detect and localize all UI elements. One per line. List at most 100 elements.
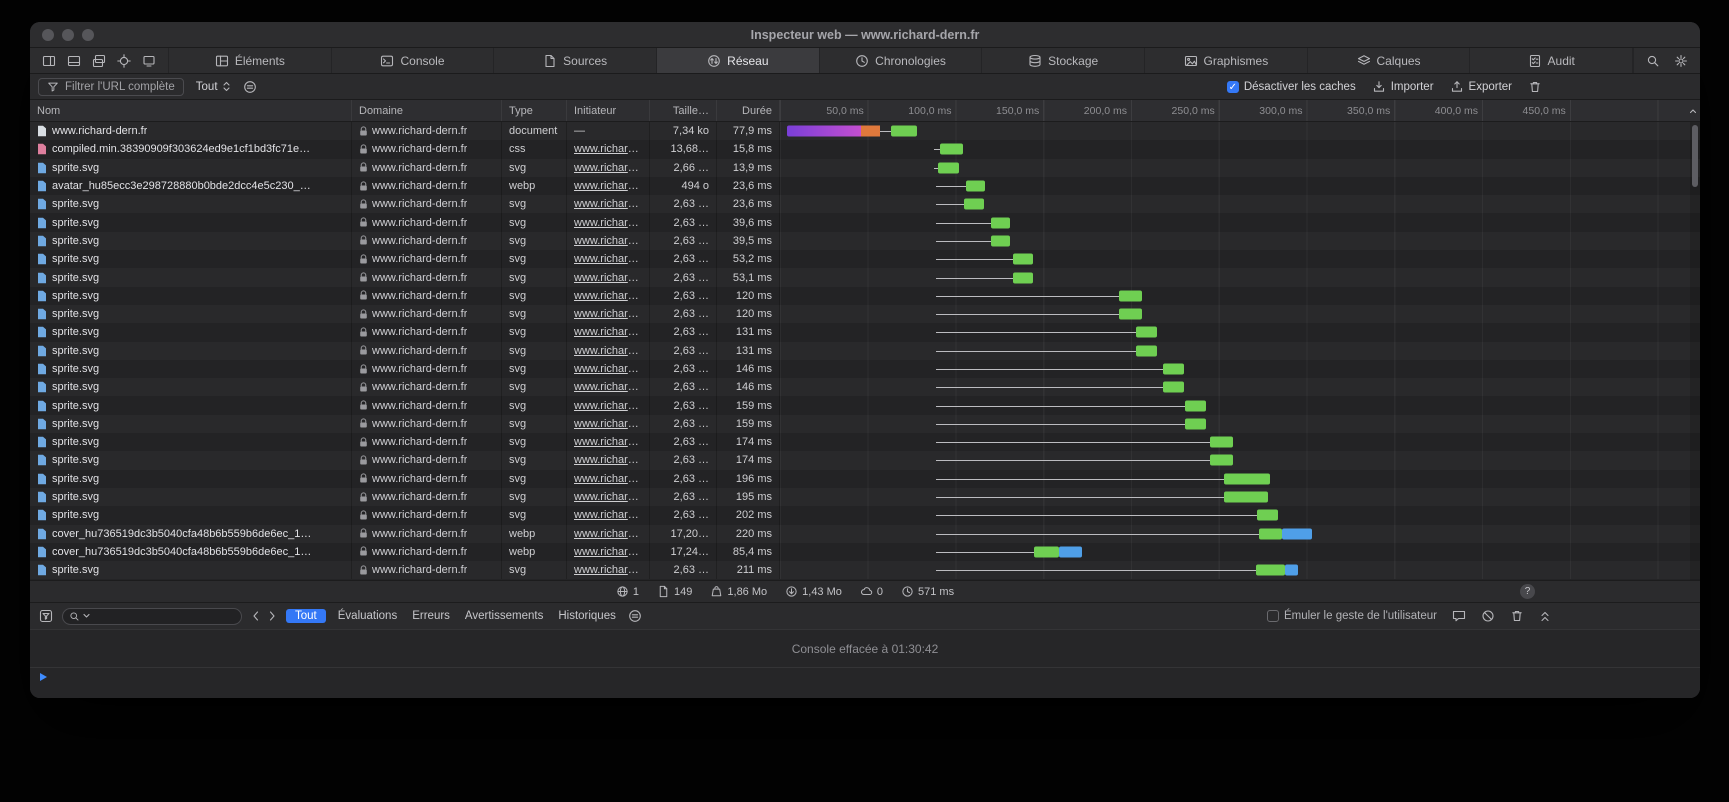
resource-initiator[interactable]: www.richard-d… — [574, 308, 642, 320]
table-row[interactable]: sprite.svg www.richard-dern.fr svg www.r… — [30, 506, 1700, 524]
tab-audit[interactable]: Audit — [1470, 48, 1633, 73]
resource-initiator[interactable]: www.richard-d… — [574, 162, 642, 174]
resource-initiator[interactable]: www.richard-d… — [574, 198, 642, 210]
tab-graphismes[interactable]: Graphismes — [1145, 48, 1308, 73]
table-row[interactable]: sprite.svg www.richard-dern.fr svg www.r… — [30, 561, 1700, 579]
console-search-input[interactable] — [62, 608, 242, 625]
dock-side-button[interactable] — [42, 54, 56, 68]
table-row[interactable]: sprite.svg www.richard-dern.fr svg www.r… — [30, 323, 1700, 341]
dock-bottom-button[interactable] — [67, 54, 81, 68]
console-scope-tout[interactable]: Tout — [286, 609, 326, 623]
table-row[interactable]: sprite.svg www.richard-dern.fr svg www.r… — [30, 433, 1700, 451]
console-scope-evaluations[interactable]: Évaluations — [335, 610, 400, 622]
table-row[interactable]: cover_hu736519dc3b5040cfa48b6b559b6de6ec… — [30, 543, 1700, 561]
previous-result-button[interactable] — [251, 610, 260, 622]
column-header-type[interactable]: Type — [502, 100, 567, 121]
scrollbar-thumb[interactable] — [1692, 125, 1698, 187]
resource-initiator[interactable]: www.richard-d… — [574, 546, 642, 558]
column-header-size[interactable]: Taille… — [650, 100, 717, 121]
resource-initiator[interactable]: www.richard-d… — [574, 180, 642, 192]
resource-initiator[interactable]: www.richard-d… — [574, 326, 642, 338]
import-button[interactable]: Importer — [1372, 80, 1434, 94]
table-row[interactable]: sprite.svg www.richard-dern.fr svg www.r… — [30, 195, 1700, 213]
resource-initiator[interactable]: www.richard-d… — [574, 454, 642, 466]
search-button[interactable] — [1646, 54, 1660, 68]
console-prompt-row[interactable] — [30, 667, 1700, 686]
separate-window-button[interactable] — [92, 54, 106, 68]
resource-initiator[interactable]: www.richard-d… — [574, 418, 642, 430]
resource-initiator[interactable]: www.richard-d… — [574, 345, 642, 357]
tab-chronologies[interactable]: Chronologies — [820, 48, 983, 73]
resource-initiator[interactable]: www.richard-d… — [574, 290, 642, 302]
clear-network-button[interactable] — [1528, 80, 1542, 94]
console-scope-erreurs[interactable]: Erreurs — [409, 610, 453, 622]
url-filter-input[interactable]: Filtrer l'URL complète — [38, 78, 184, 96]
table-row[interactable]: sprite.svg www.richard-dern.fr svg www.r… — [30, 268, 1700, 286]
emulate-gesture-toggle[interactable]: Émuler le geste de l'utilisateur — [1267, 610, 1437, 622]
zoom-button[interactable] — [82, 29, 94, 41]
tab-calques[interactable]: Calques — [1308, 48, 1471, 73]
table-row[interactable]: avatar_hu85ecc3e298728880b0bde2dcc4e5c23… — [30, 177, 1700, 195]
resource-initiator[interactable]: — — [574, 125, 585, 137]
tab-stockage[interactable]: Stockage — [982, 48, 1145, 73]
table-row[interactable]: sprite.svg www.richard-dern.fr svg www.r… — [30, 213, 1700, 231]
resource-initiator[interactable]: www.richard-d… — [574, 217, 642, 229]
collapse-console-button[interactable] — [1539, 610, 1551, 623]
table-row[interactable]: sprite.svg www.richard-dern.fr svg www.r… — [30, 451, 1700, 469]
resource-initiator[interactable]: www.richard-d… — [574, 381, 642, 393]
export-button[interactable]: Exporter — [1450, 80, 1512, 94]
column-header-initiator[interactable]: Initiateur — [567, 100, 650, 121]
disable-caches-checkbox[interactable]: ✓ — [1227, 81, 1239, 93]
disable-caches-toggle[interactable]: ✓ Désactiver les caches — [1227, 81, 1356, 93]
element-picker-button[interactable] — [117, 54, 131, 68]
table-row[interactable]: sprite.svg www.richard-dern.fr svg www.r… — [30, 342, 1700, 360]
next-result-button[interactable] — [268, 610, 277, 622]
resource-initiator[interactable]: www.richard-d… — [574, 473, 642, 485]
table-row[interactable]: sprite.svg www.richard-dern.fr svg www.r… — [30, 415, 1700, 433]
tab-sources[interactable]: Sources — [494, 48, 657, 73]
table-row[interactable]: sprite.svg www.richard-dern.fr svg www.r… — [30, 470, 1700, 488]
clear-console-button[interactable] — [1481, 609, 1495, 623]
resource-initiator[interactable]: www.richard-d… — [574, 363, 642, 375]
table-row[interactable]: compiled.min.38390909f303624ed9e1cf1bd3f… — [30, 140, 1700, 158]
device-button[interactable] — [142, 54, 156, 68]
resource-initiator[interactable]: www.richard-d… — [574, 436, 642, 448]
settings-button[interactable] — [1674, 54, 1688, 68]
resource-initiator[interactable]: www.richard-d… — [574, 528, 642, 540]
resource-initiator[interactable]: www.richard-d… — [574, 509, 642, 521]
resource-initiator[interactable]: www.richard-d… — [574, 143, 642, 155]
minimize-button[interactable] — [62, 29, 74, 41]
vertical-scrollbar[interactable] — [1690, 122, 1700, 580]
table-row[interactable]: sprite.svg www.richard-dern.fr svg www.r… — [30, 488, 1700, 506]
console-scope-historiques[interactable]: Historiques — [555, 610, 619, 622]
console-scope-options-button[interactable] — [628, 609, 642, 623]
close-button[interactable] — [42, 29, 54, 41]
resource-initiator[interactable]: www.richard-d… — [574, 235, 642, 247]
tab-console[interactable]: Console — [332, 48, 495, 73]
table-row[interactable]: sprite.svg www.richard-dern.fr svg www.r… — [30, 360, 1700, 378]
table-row[interactable]: sprite.svg www.richard-dern.fr svg www.r… — [30, 159, 1700, 177]
console-scope-avertissements[interactable]: Avertissements — [462, 610, 546, 622]
resource-initiator[interactable]: www.richard-d… — [574, 253, 642, 265]
tab-reseau[interactable]: Réseau — [657, 48, 820, 73]
scroll-top-icon[interactable] — [1688, 106, 1698, 116]
column-header-duration[interactable]: Durée — [717, 100, 780, 121]
table-row[interactable]: www.richard-dern.fr www.richard-dern.fr … — [30, 122, 1700, 140]
table-row[interactable]: sprite.svg www.richard-dern.fr svg www.r… — [30, 378, 1700, 396]
resource-initiator[interactable]: www.richard-d… — [574, 491, 642, 503]
table-row[interactable]: sprite.svg www.richard-dern.fr svg www.r… — [30, 305, 1700, 323]
column-header-domain[interactable]: Domaine — [352, 100, 502, 121]
trash-icon[interactable] — [1510, 609, 1524, 623]
table-row[interactable]: sprite.svg www.richard-dern.fr svg www.r… — [30, 250, 1700, 268]
table-row[interactable]: sprite.svg www.richard-dern.fr svg www.r… — [30, 232, 1700, 250]
resource-initiator[interactable]: www.richard-d… — [574, 564, 642, 576]
console-messages-button[interactable] — [1452, 609, 1466, 623]
column-header-name[interactable]: Nom — [30, 100, 352, 121]
resource-initiator[interactable]: www.richard-d… — [574, 400, 642, 412]
console-filter-button[interactable] — [39, 609, 53, 623]
resource-initiator[interactable]: www.richard-d… — [574, 272, 642, 284]
table-row[interactable]: sprite.svg www.richard-dern.fr svg www.r… — [30, 396, 1700, 414]
table-row[interactable]: sprite.svg www.richard-dern.fr svg www.r… — [30, 287, 1700, 305]
help-button[interactable]: ? — [1520, 584, 1535, 599]
resource-type-select[interactable]: Tout — [196, 80, 231, 93]
